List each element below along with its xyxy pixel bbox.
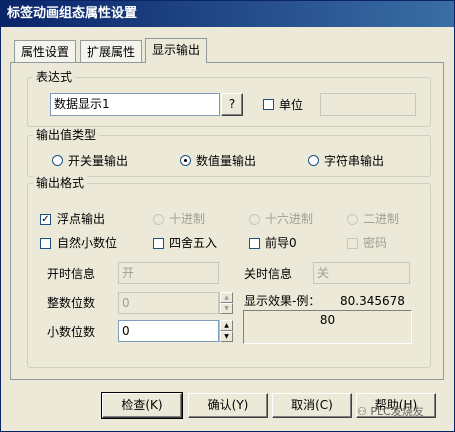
wechat-icon: ⚇ — [357, 405, 367, 418]
unit-input[interactable] — [320, 93, 416, 116]
display-output-panel: 表达式 数据显示1 ? 单位 输出值类型 开关量输出 数值量输出 字符串输出 输… — [10, 62, 444, 380]
preview-label: 显示效果-例： — [244, 294, 321, 308]
binary-label: 二进制 — [363, 212, 400, 226]
password-checkbox[interactable] — [347, 238, 358, 249]
expression-input[interactable]: 数据显示1 — [50, 93, 220, 116]
float-output-label: 浮点输出 — [57, 212, 106, 226]
expression-browse-button[interactable]: ? — [221, 93, 243, 116]
decimal-radio[interactable] — [153, 214, 164, 225]
radio-selected-dot — [184, 159, 187, 162]
off-info-label: 关时信息 — [244, 267, 293, 281]
check-button-label: 检查(K) — [121, 398, 163, 412]
cancel-button[interactable]: 取消(C) — [272, 393, 352, 418]
output-format-group: 输出格式 ✓ 浮点输出 十进制 十六进制 二进制 自然小数位 四舍五入 前导0 … — [27, 176, 431, 368]
hexadecimal-label: 十六进制 — [265, 212, 314, 226]
string-output-label: 字符串输出 — [324, 154, 385, 168]
tab-attribute-settings[interactable]: 属性设置 — [14, 40, 77, 62]
off-info-input[interactable]: 关 — [313, 262, 410, 284]
natural-decimals-checkbox[interactable] — [40, 238, 51, 249]
tab-label: 扩展属性 — [87, 45, 136, 59]
unit-checkbox[interactable] — [263, 99, 274, 110]
tab-label: 属性设置 — [21, 45, 70, 59]
decimal-digits-spinner[interactable]: ▲ ▼ — [219, 320, 233, 342]
ok-button-label: 确认(Y) — [207, 398, 249, 412]
preview-example-value: 80.345678 — [340, 294, 405, 308]
preview-result-value: 80 — [319, 313, 336, 327]
string-output-radio[interactable] — [308, 155, 319, 166]
spin-up-icon[interactable]: ▲ — [220, 292, 233, 303]
unit-label: 单位 — [279, 98, 304, 112]
expression-group: 表达式 数据显示1 ? 单位 — [27, 70, 431, 127]
watermark: ⚇ PLC发烧友 — [357, 403, 424, 419]
spin-down-icon[interactable]: ▼ — [220, 331, 233, 342]
decimal-digits-label: 小数位数 — [47, 325, 96, 339]
switch-output-radio[interactable] — [52, 155, 63, 166]
round-checkbox[interactable] — [153, 238, 164, 249]
numeric-output-label: 数值量输出 — [196, 154, 257, 168]
title-bar[interactable]: 标签动画组态属性设置 — [1, 1, 454, 27]
decimal-label: 十进制 — [169, 212, 206, 226]
window-title: 标签动画组态属性设置 — [7, 6, 138, 21]
integer-digits-label: 整数位数 — [47, 296, 96, 310]
tab-label: 显示输出 — [152, 43, 201, 57]
password-label: 密码 — [363, 236, 388, 250]
on-info-input[interactable]: 开 — [118, 262, 219, 284]
integer-digits-spinner[interactable]: ▲ ▼ — [219, 292, 233, 314]
integer-digits-input[interactable]: 0 — [118, 292, 219, 314]
spin-down-icon[interactable]: ▼ — [220, 303, 233, 314]
tab-display-output[interactable]: 显示输出 — [145, 38, 208, 63]
ok-button[interactable]: 确认(Y) — [188, 393, 268, 418]
hexadecimal-radio[interactable] — [249, 214, 260, 225]
on-info-label: 开时信息 — [47, 267, 96, 281]
numeric-output-radio[interactable] — [180, 155, 191, 166]
output-format-group-title: 输出格式 — [33, 176, 88, 190]
expression-group-title: 表达式 — [33, 70, 76, 84]
watermark-text: PLC发烧友 — [370, 405, 424, 418]
check-button[interactable]: 检查(K) — [101, 392, 183, 419]
dialog-window: 标签动画组态属性设置 属性设置 扩展属性 显示输出 表达式 数据显示1 ? 单位… — [0, 0, 455, 432]
spin-up-icon[interactable]: ▲ — [220, 320, 233, 331]
tab-extended-attributes[interactable]: 扩展属性 — [80, 40, 143, 62]
binary-radio[interactable] — [347, 214, 358, 225]
float-output-checkbox[interactable]: ✓ — [40, 214, 51, 225]
switch-output-label: 开关量输出 — [68, 154, 129, 168]
output-type-group: 输出值类型 开关量输出 数值量输出 字符串输出 — [27, 128, 431, 177]
cancel-button-label: 取消(C) — [291, 398, 333, 412]
output-type-group-title: 输出值类型 — [33, 128, 100, 142]
preview-result-box: 80 — [243, 310, 412, 344]
round-label: 四舍五入 — [169, 236, 218, 250]
leading-zero-checkbox[interactable] — [249, 238, 260, 249]
decimal-digits-input[interactable]: 0 — [118, 320, 219, 342]
leading-zero-label: 前导0 — [265, 236, 297, 250]
natural-decimals-label: 自然小数位 — [57, 236, 118, 250]
